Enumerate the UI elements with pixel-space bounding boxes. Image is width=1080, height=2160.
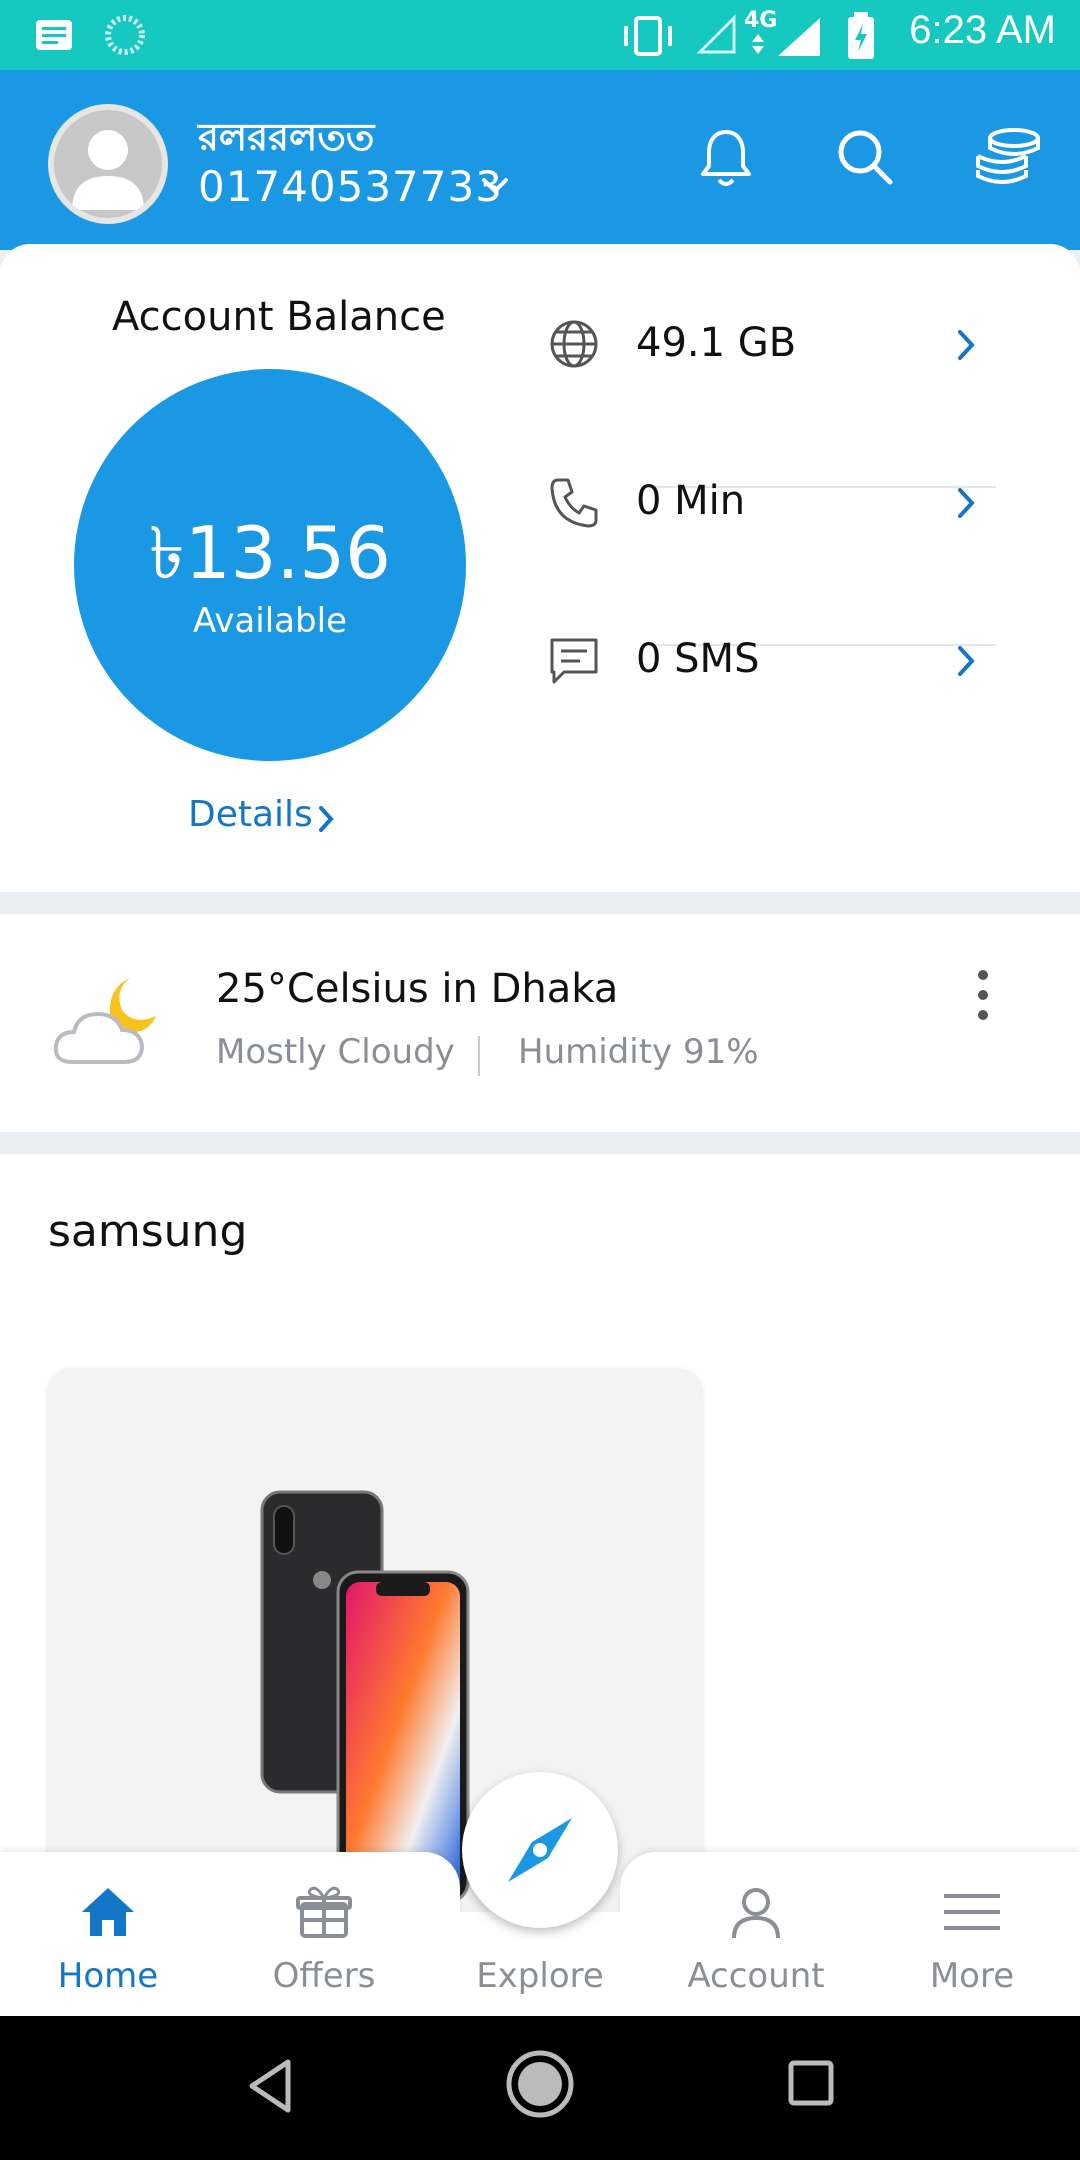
data-usage-row[interactable]: 49.1 GB: [548, 290, 1008, 400]
app-header: রলররলতত 01740537733: [0, 70, 1080, 250]
explore-button[interactable]: [462, 1772, 618, 1928]
loading-icon: [105, 15, 145, 55]
nav-label: More: [929, 1956, 1015, 1996]
section-title: samsung: [48, 1206, 248, 1257]
bell-icon[interactable]: [698, 126, 754, 190]
globe-icon: [550, 320, 598, 368]
divider: [478, 1036, 480, 1076]
nav-item-more[interactable]: More: [872, 1852, 1072, 2016]
balance-card: Account Balance ৳13.56 Available Details…: [0, 244, 1080, 892]
data-balance-value: 49.1 GB: [636, 320, 797, 366]
person-icon: [732, 1888, 780, 1939]
home-button-icon[interactable]: [504, 2048, 576, 2120]
chevron-right-icon: [958, 330, 975, 360]
balance-title: Account Balance: [112, 294, 446, 340]
balance-label: Available: [193, 601, 347, 641]
battery-charging-icon: [848, 12, 874, 59]
system-navigation-bar: [0, 2016, 1080, 2160]
more-options-icon[interactable]: [976, 970, 990, 1020]
vibrate-icon: [624, 16, 672, 56]
sms-balance-value: 0 SMS: [636, 636, 760, 682]
weather-humidity: Humidity 91%: [518, 1032, 759, 1072]
status-time: 6:23 AM: [909, 8, 1056, 52]
back-icon[interactable]: [244, 2056, 296, 2116]
nav-label: Explore: [476, 1956, 604, 1996]
signal-off-icon: [696, 14, 736, 54]
search-icon[interactable]: [834, 126, 896, 188]
chevron-right-icon: [958, 646, 975, 676]
nav-label: Account: [687, 1956, 825, 1996]
avatar[interactable]: [48, 104, 168, 224]
sms-usage-row[interactable]: 0 SMS: [548, 606, 1008, 716]
signal-icon: [752, 18, 820, 56]
default-avatar-icon: [54, 110, 162, 218]
nav-label: Offers: [272, 1956, 376, 1996]
gift-icon: [296, 1886, 352, 1938]
weather-card: 25°Celsius in Dhaka Mostly Cloudy Humidi…: [0, 914, 1080, 1132]
chevron-right-icon: [958, 488, 975, 518]
sms-icon: [550, 638, 598, 684]
home-icon: [82, 1888, 134, 1936]
status-bar: 4G 6:23 AM: [0, 0, 1080, 70]
compass-icon: [508, 1818, 572, 1882]
coins-icon[interactable]: [972, 126, 1044, 188]
weather-condition: Mostly Cloudy: [216, 1032, 455, 1072]
phone-icon: [550, 478, 598, 528]
minutes-balance-value: 0 Min: [636, 478, 746, 524]
notification-message-icon: [36, 20, 72, 50]
chevron-down-icon[interactable]: [480, 176, 510, 196]
weather-title: 25°Celsius in Dhaka: [216, 966, 619, 1012]
nav-label: Home: [57, 1956, 159, 1996]
nav-item-offers[interactable]: Offers: [224, 1852, 424, 2016]
phone-number[interactable]: 01740537733: [198, 162, 503, 211]
recents-icon[interactable]: [786, 2058, 836, 2108]
nav-item-account[interactable]: Account: [656, 1852, 856, 2016]
chevron-right-icon[interactable]: [316, 804, 336, 834]
details-link[interactable]: Details: [188, 794, 313, 835]
nav-item-home[interactable]: Home: [8, 1852, 208, 2016]
minutes-usage-row[interactable]: 0 Min: [548, 448, 1008, 558]
cloudy-night-icon: [53, 978, 156, 1064]
menu-icon: [944, 1894, 1000, 1930]
balance-circle[interactable]: ৳13.56 Available: [74, 369, 466, 761]
